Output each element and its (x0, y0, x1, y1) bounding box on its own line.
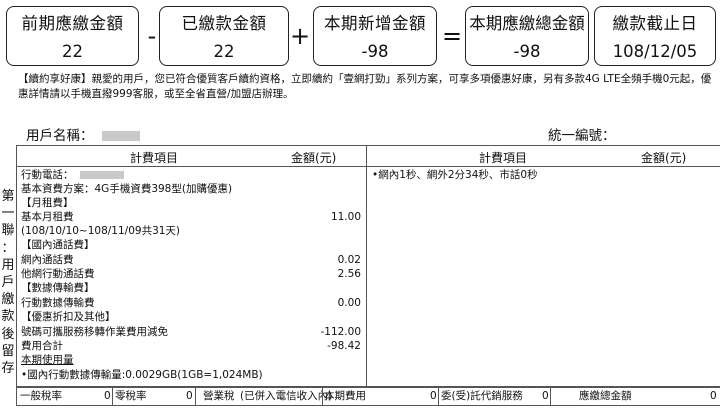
billing-table-header: 計費項目 金額(元) 計費項目 金額(元) (17, 146, 720, 167)
equals-operator: = (442, 22, 463, 50)
tax-cell-divider (322, 388, 323, 405)
charge-row: 【優惠折扣及其他】 (21, 311, 116, 323)
notice-line-1: 【續約享好康】親愛的用戶，您已符合優質客戶續約資格，立即續約「壹網打勁」系列方案… (18, 73, 712, 85)
charge-amount: 0.00 (337, 297, 361, 309)
charge-amount: -98.42 (327, 340, 361, 352)
customer-name-label: 用戶名稱： (26, 128, 94, 144)
side-char: 聯 (1, 223, 15, 239)
tax-summary-row: 一般稅率 0 零稅率 0 營業稅 (已併入電信收入內) 本期費用 0 委(受)託… (16, 387, 720, 406)
zero-tax-label: 零稅率 (115, 390, 147, 402)
agency-service-value: 0 (542, 390, 549, 402)
side-char: ： (1, 240, 15, 256)
previous-due-label: 前期應繳金額 (21, 14, 124, 33)
charge-row: 【國內通話費】 (21, 239, 95, 251)
charge-amount: 11.00 (330, 211, 361, 223)
charge-amount: -112.00 (320, 326, 361, 338)
new-charges-box: 本期新增金額 -98 (313, 6, 437, 66)
charge-row: 號碼可攜服務移轉作業費用減免 (21, 326, 168, 338)
side-char: 用 (1, 257, 15, 273)
business-tax-label: 營業稅 (203, 390, 235, 402)
right-col-amount-header: 金額(元) (641, 151, 687, 165)
notice-line-2: 惠詳情請以手機直撥999客服，或至全省直營/加盟店辦理。 (18, 87, 294, 100)
tax-cell-divider (112, 388, 113, 405)
period-fee-value: 0 (430, 390, 437, 402)
total-due-value: -98 (513, 42, 541, 61)
agency-service-label: 委(受)託代銷服務 (441, 390, 523, 402)
amount-due-value: 0 (710, 390, 717, 402)
previous-due-value: 22 (62, 42, 83, 61)
billing-table: 計費項目 金額(元) 計費項目 金額(元) 行動電話： 基本資費方案：4G手機資… (16, 145, 720, 387)
tax-cell-divider (550, 388, 551, 405)
total-due-label: 本期應繳總金額 (469, 14, 585, 33)
charge-row: 行動電話： (21, 169, 124, 181)
charge-row: 費用合計 (21, 340, 63, 352)
charge-row: 行動數據傳輸費 (21, 297, 95, 309)
redacted-name (101, 131, 140, 141)
amount-due-label: 應繳總金額 (579, 390, 632, 402)
column-divider (366, 146, 367, 386)
paid-value: 22 (213, 42, 235, 61)
period-fee-label: 本期費用 (324, 390, 366, 402)
side-char: 後 (1, 326, 15, 342)
total-due-box: 本期應繳總金額 -98 (465, 6, 589, 66)
side-char: 留 (1, 343, 15, 359)
customer-name-row: 用戶名稱： (26, 124, 140, 144)
due-date-value: 108/12/05 (612, 42, 698, 61)
tax-cell-divider (195, 388, 196, 405)
due-date-box: 繳款截止日 108/12/05 (594, 6, 716, 66)
new-charges-label: 本期新增金額 (324, 14, 426, 33)
included-note: (已併入電信收入內) (240, 390, 333, 402)
general-tax-label: 一般稅率 (20, 390, 62, 402)
charge-row: 基本資費方案：4G手機資費398型(加購優惠) (21, 183, 233, 195)
charge-row: •國內行動數據傳輸量:0.0029GB(1GB=1,024MB) (21, 369, 263, 381)
charge-amount: 0.02 (337, 254, 361, 266)
redacted-phone (79, 171, 124, 179)
side-char: 款 (1, 309, 15, 325)
due-date-label: 繳款截止日 (612, 14, 698, 33)
general-tax-value: 0 (104, 390, 111, 402)
tax-id-row: 統一編號： (548, 124, 616, 144)
zero-tax-value: 0 (186, 390, 193, 402)
charge-row: 網內通話費 (21, 254, 74, 266)
side-char: 一 (1, 206, 15, 222)
charge-row: (108/10/10~108/11/09共31天) (21, 225, 181, 237)
side-char: 戶 (1, 275, 15, 291)
charge-row: 基本月租費 (21, 211, 74, 223)
previous-due-box: 前期應繳金額 22 (6, 6, 139, 66)
side-label: 第 一 聯 ： 用 戶 繳 款 後 留 存 (0, 188, 16, 377)
renewal-notice: 【續約享好康】親愛的用戶，您已符合優質客戶續約資格，立即續約「壹網打勁」系列方案… (18, 72, 718, 101)
charge-row: 【數據傳輸費】 (21, 282, 95, 294)
tax-cell-divider (438, 388, 439, 405)
charge-row: 本期使用量 (21, 354, 74, 366)
charge-row: 【月租費】 (21, 197, 74, 209)
paid-label: 已繳款金額 (181, 14, 267, 33)
right-col-item-header: 計費項目 (479, 151, 528, 165)
charge-row: 他網行動通話費 (21, 268, 95, 280)
left-col-amount-header: 金額(元) (291, 151, 337, 165)
usage-note: •網內1秒、網外2分34秒、市話0秒 (372, 169, 538, 181)
side-char: 存 (1, 361, 15, 377)
new-charges-value: -98 (361, 42, 389, 61)
side-char: 第 (1, 189, 15, 204)
paid-box: 已繳款金額 22 (159, 6, 289, 66)
left-col-item-header: 計費項目 (130, 151, 179, 165)
charge-amount: 2.56 (337, 268, 361, 280)
side-char: 繳 (1, 292, 15, 308)
tax-id-label: 統一編號： (548, 128, 616, 144)
plus-operator: + (290, 22, 311, 50)
